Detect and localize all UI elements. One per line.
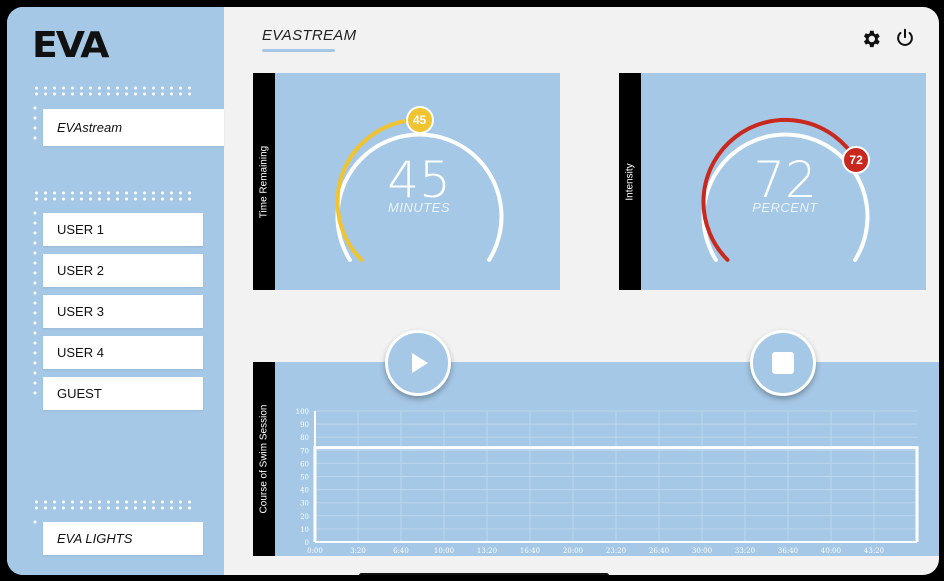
sidebar-item-evastream[interactable]: EVAstream bbox=[43, 109, 224, 146]
data-point bbox=[744, 447, 746, 449]
y-tick-label: 70 bbox=[300, 447, 309, 455]
data-point bbox=[314, 447, 316, 449]
time-remaining-card: Time Remaining 45 45 MINUTES bbox=[253, 73, 560, 290]
play-button[interactable] bbox=[385, 330, 451, 396]
dot-pattern bbox=[32, 208, 38, 396]
gear-icon[interactable] bbox=[860, 28, 882, 50]
x-tick-label: 36:40 bbox=[778, 547, 798, 555]
y-tick-label: 10 bbox=[300, 526, 309, 534]
session-chart: 10090807060504030201000:00 3:20 6:40 10:00 1… bbox=[296, 408, 919, 555]
x-tick-label: 20:00 bbox=[563, 547, 583, 555]
x-tick-label: 16:40 bbox=[520, 547, 540, 555]
sidebar-item-eva-lights[interactable]: EVA LIGHTS bbox=[43, 522, 203, 555]
data-point bbox=[400, 447, 402, 449]
stop-button[interactable] bbox=[750, 330, 816, 396]
x-tick-label: 40:00 bbox=[821, 547, 841, 555]
y-tick-label: 50 bbox=[300, 474, 309, 482]
sidebar-item-user-1[interactable]: USER 1 bbox=[43, 213, 203, 246]
sidebar-item-guest[interactable]: GUEST bbox=[43, 377, 203, 410]
x-tick-label: 23:20 bbox=[606, 547, 626, 555]
play-icon bbox=[412, 353, 428, 373]
data-point bbox=[701, 447, 703, 449]
y-tick-label: 30 bbox=[300, 500, 309, 508]
data-point bbox=[615, 447, 617, 449]
data-point bbox=[486, 447, 488, 449]
stop-icon bbox=[772, 352, 794, 374]
x-tick-label: 13:20 bbox=[477, 547, 497, 555]
x-tick-label: 43:20 bbox=[864, 547, 884, 555]
x-tick-label: 33:20 bbox=[735, 547, 755, 555]
dot-pattern bbox=[32, 103, 38, 145]
dot-pattern bbox=[32, 517, 38, 525]
x-tick-label: 10:00 bbox=[434, 547, 454, 555]
title-underline bbox=[262, 49, 335, 52]
data-point bbox=[529, 447, 531, 449]
intensity-unit: PERCENT bbox=[752, 200, 818, 215]
y-tick-label: 100 bbox=[296, 408, 309, 416]
data-point bbox=[658, 447, 660, 449]
data-point bbox=[873, 447, 875, 449]
y-tick-label: 90 bbox=[300, 421, 309, 429]
sidebar-item-user-4[interactable]: USER 4 bbox=[43, 336, 203, 369]
power-icon[interactable] bbox=[894, 27, 916, 49]
y-tick-label: 80 bbox=[300, 434, 309, 442]
home-indicator bbox=[359, 573, 609, 575]
time-badge: 45 bbox=[405, 105, 434, 134]
session-card: Course of Swim Session 100 90 80 70 60 50 40 30… bbox=[253, 362, 939, 556]
x-tick-label: 0:00 bbox=[307, 547, 323, 555]
app-window: EVA EVAstream USER 1 USER 2 USER 3 USER … bbox=[7, 7, 939, 575]
time-unit: MINUTES bbox=[388, 200, 450, 215]
x-tick-label: 6:40 bbox=[393, 547, 409, 555]
x-tick-label: 3:20 bbox=[350, 547, 366, 555]
intensity-card: Intensity 72 72 PERCENT bbox=[619, 73, 926, 290]
dot-pattern bbox=[32, 85, 194, 97]
dot-pattern bbox=[32, 190, 194, 202]
y-tick-label: 40 bbox=[300, 487, 309, 495]
x-tick-label: 30:00 bbox=[692, 547, 712, 555]
data-point bbox=[572, 447, 574, 449]
y-tick-label: 60 bbox=[300, 460, 309, 468]
data-point bbox=[357, 447, 359, 449]
data-point bbox=[830, 447, 832, 449]
dot-pattern bbox=[32, 499, 194, 511]
sidebar-item-user-2[interactable]: USER 2 bbox=[43, 254, 203, 287]
logo: EVA bbox=[32, 25, 110, 66]
x-tick-label: 26:40 bbox=[649, 547, 669, 555]
sidebar: EVA EVAstream USER 1 USER 2 USER 3 USER … bbox=[7, 7, 224, 575]
y-tick-label: 20 bbox=[300, 513, 309, 521]
sidebar-item-user-3[interactable]: USER 3 bbox=[43, 295, 203, 328]
y-tick-label: 0 bbox=[305, 539, 309, 547]
data-point bbox=[443, 447, 445, 449]
page-title: EVASTREAM bbox=[262, 27, 357, 44]
data-point bbox=[787, 447, 789, 449]
